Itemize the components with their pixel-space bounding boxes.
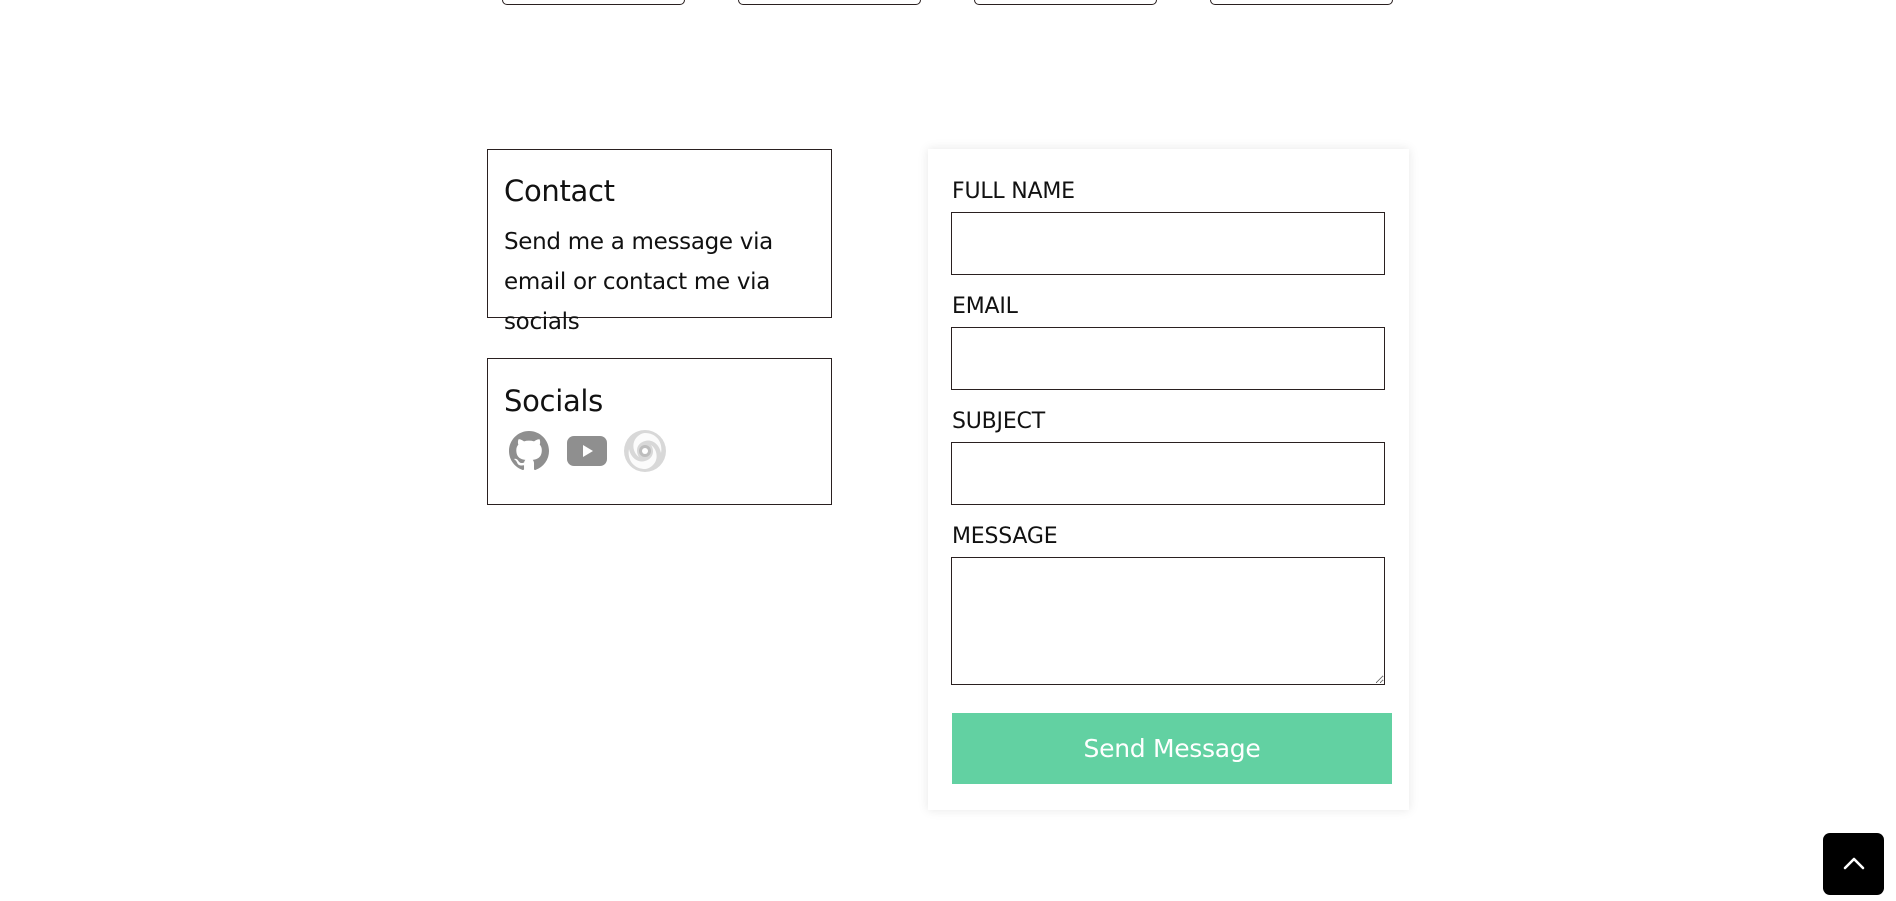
contact-description: Send me a message via email or contact m… xyxy=(504,229,773,335)
back-to-top-button[interactable] xyxy=(1823,833,1884,895)
socials-box: Socials xyxy=(487,358,832,505)
message-label: MESSAGE xyxy=(952,524,1058,549)
email-field[interactable] xyxy=(951,327,1385,390)
card-stub xyxy=(502,0,685,5)
full-name-label: FULL NAME xyxy=(952,179,1075,204)
message-field[interactable] xyxy=(951,557,1385,685)
subject-field[interactable] xyxy=(951,442,1385,505)
full-name-field[interactable] xyxy=(951,212,1385,275)
youtube-link[interactable] xyxy=(566,430,607,471)
portfolio-link[interactable] xyxy=(623,429,667,473)
send-message-button[interactable]: Send Message xyxy=(952,713,1392,784)
contact-form: FULL NAME EMAIL SUBJECT MESSAGE Send Mes… xyxy=(928,149,1409,810)
github-link[interactable] xyxy=(508,430,549,471)
contact-title: Contact xyxy=(504,174,615,208)
socials-title: Socials xyxy=(504,384,603,418)
portfolio-swirl-icon xyxy=(623,429,667,473)
youtube-icon xyxy=(566,435,607,466)
social-links xyxy=(508,429,815,473)
chevron-up-icon xyxy=(1843,856,1865,873)
subject-label: SUBJECT xyxy=(952,409,1045,434)
contact-page: Contact Send me a message via email or c… xyxy=(0,0,1896,901)
email-label: EMAIL xyxy=(952,294,1018,319)
github-icon xyxy=(508,430,549,471)
card-stub xyxy=(738,0,921,5)
card-stub xyxy=(974,0,1157,5)
card-stub xyxy=(1210,0,1393,5)
contact-info-box: Contact Send me a message via email or c… xyxy=(487,149,832,335)
